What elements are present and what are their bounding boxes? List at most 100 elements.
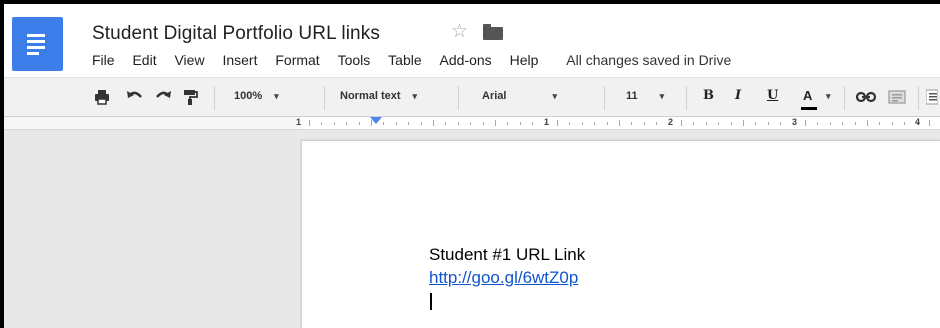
ruler-tick	[867, 120, 868, 126]
ruler-tick	[805, 120, 806, 126]
ruler-tick	[892, 122, 893, 125]
menu-addons[interactable]: Add-ons	[440, 52, 492, 68]
ruler-tick	[656, 122, 657, 125]
chevron-down-icon: ▾	[274, 91, 279, 101]
paragraph-style-select[interactable]: Normal text ▾	[340, 90, 417, 102]
ruler-tick	[582, 122, 583, 125]
toolbar-separator	[686, 86, 687, 110]
toolbar-separator	[844, 86, 845, 110]
zoom-value: 100%	[234, 90, 263, 102]
ruler-tick	[817, 122, 818, 125]
docs-logo-icon[interactable]	[12, 17, 63, 71]
ruler-tick	[644, 122, 645, 125]
star-icon[interactable]: ☆	[451, 21, 468, 43]
menu-file[interactable]: File	[92, 52, 115, 68]
ruler-tick	[520, 122, 521, 125]
ruler-tick	[346, 122, 347, 125]
indent-marker-icon[interactable]	[370, 117, 382, 124]
ruler-label: 3	[792, 117, 798, 127]
menu-edit[interactable]: Edit	[132, 52, 156, 68]
ruler-tick	[743, 120, 744, 126]
redo-icon[interactable]	[154, 89, 172, 105]
font-size-select[interactable]: 11 ▾	[626, 90, 664, 102]
ruler-tick	[458, 122, 459, 125]
link-icon[interactable]	[855, 89, 877, 105]
style-value: Normal text	[340, 90, 401, 102]
document-heading-text[interactable]: Student #1 URL Link	[429, 245, 585, 265]
ruler-tick	[309, 120, 310, 126]
folder-icon[interactable]	[483, 24, 503, 40]
font-size-value: 11	[626, 90, 638, 102]
underline-button[interactable]: U	[767, 88, 778, 103]
ruler-tick	[334, 122, 335, 125]
docs-app: Student Digital Portfolio URL links ☆ Fi…	[4, 4, 940, 328]
ruler-tick	[445, 122, 446, 125]
ruler-tick	[532, 122, 533, 125]
toolbar: 100% ▾ Normal text ▾ Arial ▾ 11 ▾ B I U A ▾	[4, 77, 940, 117]
document-title[interactable]: Student Digital Portfolio URL links	[92, 23, 380, 45]
ruler-tick	[507, 122, 508, 125]
text-color-button[interactable]: A	[803, 88, 812, 103]
ruler-label: 1	[544, 117, 550, 127]
ruler-tick	[780, 122, 781, 125]
ruler-tick	[855, 122, 856, 125]
document-link[interactable]: http://goo.gl/6wtZ0p	[429, 268, 578, 288]
menu-table[interactable]: Table	[388, 52, 421, 68]
ruler-tick	[433, 120, 434, 126]
toolbar-separator	[458, 86, 459, 110]
ruler-tick	[830, 122, 831, 125]
comment-icon[interactable]	[888, 89, 906, 105]
print-icon[interactable]	[94, 89, 110, 105]
font-value: Arial	[482, 90, 507, 102]
ruler-tick	[408, 122, 409, 125]
ruler-label: 4	[915, 117, 921, 127]
align-icon[interactable]	[925, 89, 939, 105]
zoom-select[interactable]: 100% ▾	[234, 90, 279, 102]
text-cursor	[430, 293, 432, 310]
save-status: All changes saved in Drive	[566, 52, 732, 68]
ruler-tick	[731, 122, 732, 125]
menubar: File Edit View Insert Format Tools Table…	[92, 52, 745, 70]
ruler-tick	[495, 120, 496, 126]
menu-help[interactable]: Help	[510, 52, 539, 68]
menu-format[interactable]: Format	[275, 52, 319, 68]
ruler-tick	[607, 122, 608, 125]
ruler-tick	[483, 122, 484, 125]
ruler-tick	[929, 120, 930, 126]
ruler: 1 1 2 3 4	[4, 117, 940, 130]
ruler-tick	[879, 122, 880, 125]
ruler-tick	[396, 122, 397, 125]
ruler-tick	[594, 122, 595, 125]
paint-format-icon[interactable]	[182, 89, 198, 105]
ruler-label: 1	[296, 117, 302, 127]
chevron-down-icon: ▾	[659, 91, 665, 101]
undo-icon[interactable]	[126, 89, 144, 105]
header: Student Digital Portfolio URL links ☆ Fi…	[4, 4, 940, 77]
ruler-tick	[842, 122, 843, 125]
ruler-tick	[619, 120, 620, 126]
italic-button[interactable]: I	[735, 88, 741, 103]
menu-view[interactable]: View	[174, 52, 204, 68]
ruler-tick	[706, 122, 707, 125]
toolbar-separator	[324, 86, 325, 110]
menu-tools[interactable]: Tools	[338, 52, 371, 68]
ruler-tick	[755, 122, 756, 125]
ruler-tick	[768, 122, 769, 125]
ruler-tick	[557, 120, 558, 126]
text-color-swatch	[801, 107, 817, 110]
toolbar-separator	[918, 86, 919, 110]
ruler-tick	[569, 122, 570, 125]
chevron-down-icon: ▾	[412, 91, 418, 101]
ruler-tick	[693, 122, 694, 125]
bold-button[interactable]: B	[703, 88, 714, 103]
ruler-tick	[321, 122, 322, 125]
toolbar-separator	[214, 86, 215, 110]
toolbar-separator	[604, 86, 605, 110]
document-page[interactable]: Student #1 URL Link http://goo.gl/6wtZ0p	[301, 140, 940, 328]
chevron-down-icon[interactable]: ▾	[826, 90, 831, 102]
document-workspace: Student #1 URL Link http://goo.gl/6wtZ0p	[4, 130, 940, 328]
ruler-tick	[631, 122, 632, 125]
ruler-tick	[681, 120, 682, 126]
font-select[interactable]: Arial ▾	[482, 90, 557, 102]
menu-insert[interactable]: Insert	[222, 52, 257, 68]
